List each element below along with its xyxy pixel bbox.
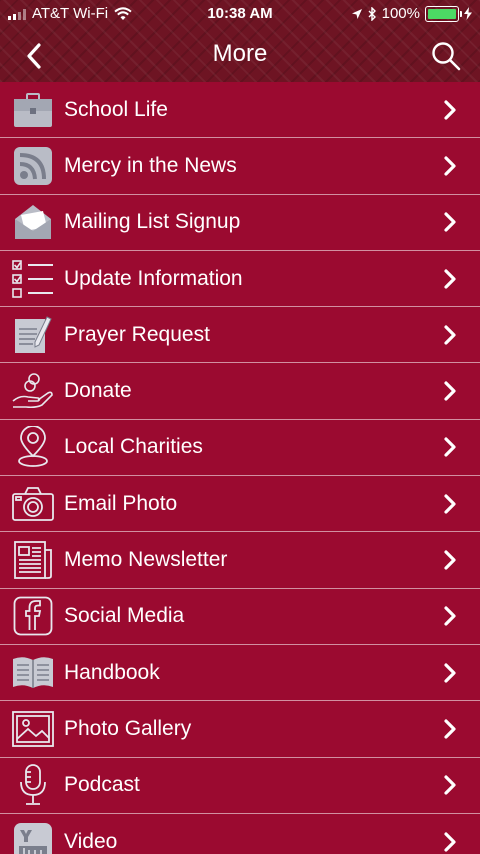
document-pen-icon <box>12 315 54 355</box>
menu-item-mercy-in-the-news[interactable]: Mercy in the News <box>0 138 480 195</box>
envelope-icon <box>12 202 54 242</box>
chevron-right-icon <box>440 212 460 232</box>
menu-item-label: Prayer Request <box>64 322 210 346</box>
chevron-right-icon <box>440 381 460 401</box>
menu-item-school-life[interactable]: School Life <box>0 82 480 139</box>
battery-icon <box>425 5 462 22</box>
chevron-right-icon <box>440 831 460 852</box>
chevron-right-icon <box>440 494 460 514</box>
menu-item-label: Mercy in the News <box>64 153 237 177</box>
newspaper-icon <box>12 540 54 580</box>
search-icon <box>432 42 461 71</box>
nav-bar: More <box>0 28 480 82</box>
donate-hand-icon <box>12 371 54 411</box>
page-title: More <box>212 40 268 67</box>
menu-list: School Life Mercy in the News Mailing Li… <box>0 82 480 854</box>
menu-item-label: Handbook <box>64 660 160 684</box>
chevron-right-icon <box>440 325 460 345</box>
header: AT&T Wi-Fi 10:38 AM 100% More <box>0 0 480 82</box>
menu-item-donate[interactable]: Donate <box>0 363 480 420</box>
youtube-icon <box>12 822 54 854</box>
menu-item-prayer-request[interactable]: Prayer Request <box>0 307 480 364</box>
menu-item-photo-gallery[interactable]: Photo Gallery <box>0 701 480 758</box>
chevron-right-icon <box>440 100 460 120</box>
chevron-right-icon <box>440 268 460 289</box>
menu-item-label: Podcast <box>64 773 140 797</box>
menu-item-video[interactable]: Video <box>0 813 480 854</box>
chevron-right-icon <box>440 156 460 176</box>
search-button[interactable] <box>426 36 466 76</box>
menu-item-label: Email Photo <box>64 491 178 515</box>
map-pin-icon <box>12 426 54 468</box>
chevron-right-icon <box>440 437 460 458</box>
menu-item-update-information[interactable]: Update Information <box>0 250 480 308</box>
menu-item-memo-newsletter[interactable]: Memo Newsletter <box>0 532 480 589</box>
status-right: 100% <box>351 5 472 22</box>
camera-icon <box>12 484 54 524</box>
chevron-right-icon <box>440 663 460 683</box>
menu-item-social-media[interactable]: Social Media <box>0 588 480 645</box>
menu-item-label: Social Media <box>64 604 185 628</box>
menu-item-local-charities[interactable]: Local Charities <box>0 419 480 477</box>
chevron-right-icon <box>440 550 460 570</box>
menu-item-handbook[interactable]: Handbook <box>0 644 480 702</box>
menu-item-mailing-list-signup[interactable]: Mailing List Signup <box>0 194 480 251</box>
open-book-icon <box>12 653 54 693</box>
microphone-icon <box>12 764 54 806</box>
image-icon <box>12 709 54 749</box>
menu-item-label: Update Information <box>64 266 243 290</box>
menu-item-label: School Life <box>64 97 168 121</box>
briefcase-icon <box>12 90 54 130</box>
menu-item-podcast[interactable]: Podcast <box>0 757 480 814</box>
chevron-right-icon <box>440 606 460 626</box>
bluetooth-icon <box>368 6 377 21</box>
facebook-icon <box>12 596 54 636</box>
menu-item-label: Local Charities <box>64 435 203 459</box>
menu-item-label: Video <box>64 829 118 853</box>
status-bar: AT&T Wi-Fi 10:38 AM 100% <box>0 0 480 28</box>
location-arrow-icon <box>351 8 363 20</box>
chevron-right-icon <box>440 719 460 739</box>
battery-percent: 100% <box>381 5 420 22</box>
menu-item-label: Mailing List Signup <box>64 210 241 234</box>
checklist-icon <box>12 259 54 299</box>
menu-item-email-photo[interactable]: Email Photo <box>0 476 480 533</box>
charging-icon <box>464 7 472 20</box>
chevron-right-icon <box>440 775 460 795</box>
menu-item-label: Memo Newsletter <box>64 548 228 572</box>
menu-item-label: Photo Gallery <box>64 716 192 740</box>
rss-icon <box>12 146 54 186</box>
menu-item-label: Donate <box>64 379 132 403</box>
